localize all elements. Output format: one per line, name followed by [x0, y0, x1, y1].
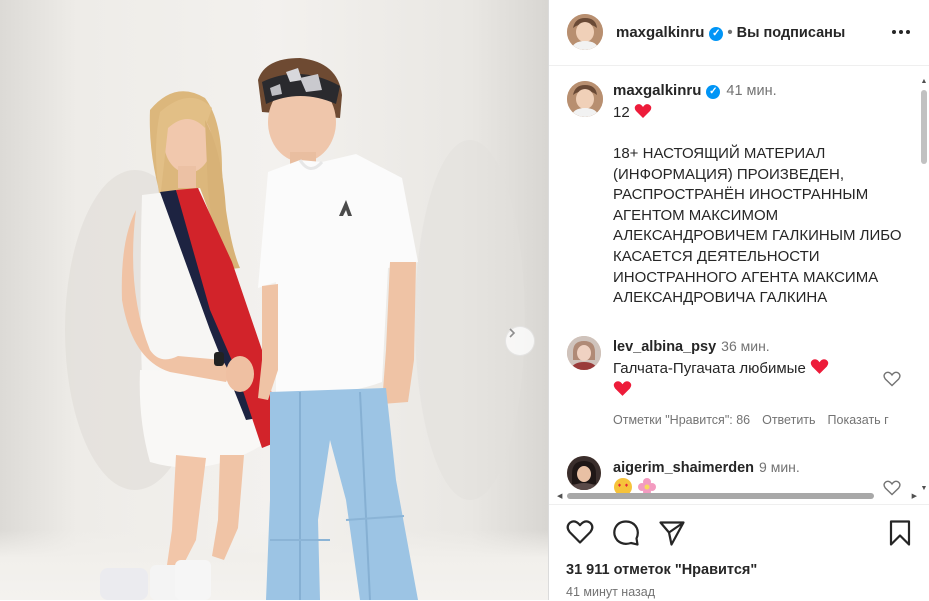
caption-username[interactable]: maxgalkinru [613, 82, 701, 99]
separator-dot: • [727, 24, 733, 41]
caption-author-avatar[interactable] [567, 81, 603, 117]
post-actions: 31 911 отметок "Нравится" 41 минут назад [549, 504, 929, 601]
comment-time[interactable]: 9 мин. [759, 459, 800, 475]
red-heart-emoji-icon [634, 104, 652, 121]
author-avatar[interactable] [567, 14, 603, 50]
post-side-panel: maxgalkinru ✓ • Вы подписаны maxgalkinru ✓ 41… [548, 0, 929, 600]
horizontal-scrollbar[interactable]: ◀ ▶ [557, 491, 917, 501]
likes-count[interactable]: 31 911 отметок "Нравится" [566, 562, 757, 578]
follow-status[interactable]: Вы подписаны [737, 25, 846, 41]
comment-likes-count[interactable]: Отметки "Нравится": 86 [613, 413, 750, 427]
comment-text: Галчата-Пугачата любимые [613, 358, 829, 377]
more-horizontal-icon [891, 29, 911, 46]
comment-like-button[interactable] [883, 371, 901, 392]
commenter-avatar[interactable] [567, 336, 601, 370]
verified-badge-icon: ✓ [709, 27, 724, 41]
comment-username[interactable]: aigerim_shaimerden [613, 460, 754, 476]
reply-button[interactable]: Ответить [762, 413, 815, 427]
heart-outline-icon [566, 520, 594, 549]
post-timestamp[interactable]: 41 минут назад [566, 585, 655, 599]
comment-header: aigerim_shaimerden 9 мин. [613, 459, 800, 476]
horizontal-scroll-thumb[interactable] [567, 493, 874, 499]
scroll-up-arrow-icon[interactable]: ▲ [920, 78, 928, 86]
next-photo-button[interactable] [505, 326, 535, 356]
red-heart-emoji-icon [613, 380, 632, 402]
more-options-button[interactable] [891, 22, 911, 47]
comment-meta: Отметки "Нравится": 86 Ответить Показать г [613, 413, 901, 427]
comment-body: Галчата-Пугачата любимые [613, 360, 806, 377]
scroll-down-arrow-icon[interactable]: ▼ [920, 485, 928, 493]
scroll-left-arrow-icon[interactable]: ◀ [557, 492, 562, 500]
verified-badge-icon: ✓ [706, 85, 721, 99]
post-photo [0, 0, 548, 600]
comments-scroll-area[interactable]: maxgalkinru ✓ 41 мин. 12 18+ НАСТОЯЩИЙ МАТ… [549, 66, 929, 501]
caption-first-line: 12 [613, 103, 652, 121]
post-header: maxgalkinru ✓ • Вы подписаны [549, 0, 929, 66]
header-info: maxgalkinru ✓ • Вы подписаны [616, 24, 845, 41]
comment-username[interactable]: lev_albina_psy [613, 339, 716, 355]
comment-bubble-icon [612, 520, 640, 551]
heart-outline-icon [883, 371, 901, 391]
show-translation-button[interactable]: Показать г [828, 413, 889, 427]
caption-header: maxgalkinru ✓ 41 мин. [613, 82, 777, 99]
caption-text: 18+ НАСТОЯЩИЙ МАТЕРИАЛ (ИНФОРМАЦИЯ) ПРОИ… [613, 145, 902, 307]
commenter-avatar[interactable] [567, 456, 601, 490]
share-button[interactable] [658, 519, 686, 552]
scroll-right-arrow-icon[interactable]: ▶ [912, 492, 917, 500]
comment-time[interactable]: 36 мин. [721, 338, 770, 354]
comment-header: lev_albina_psy 36 мин. [613, 338, 770, 355]
vertical-scroll-thumb[interactable] [921, 90, 927, 164]
paper-plane-icon [658, 521, 686, 551]
vertical-scrollbar[interactable]: ▲ ▼ [920, 78, 928, 493]
bookmark-icon [888, 520, 912, 551]
photo-illustration [65, 58, 525, 600]
like-button[interactable] [566, 519, 594, 550]
author-username[interactable]: maxgalkinru [616, 24, 704, 41]
comment-button[interactable] [612, 519, 640, 552]
red-heart-emoji-icon [810, 359, 829, 377]
caption-time[interactable]: 41 мин. [726, 83, 776, 99]
caption-number: 12 [613, 104, 630, 121]
save-button[interactable] [888, 519, 912, 552]
